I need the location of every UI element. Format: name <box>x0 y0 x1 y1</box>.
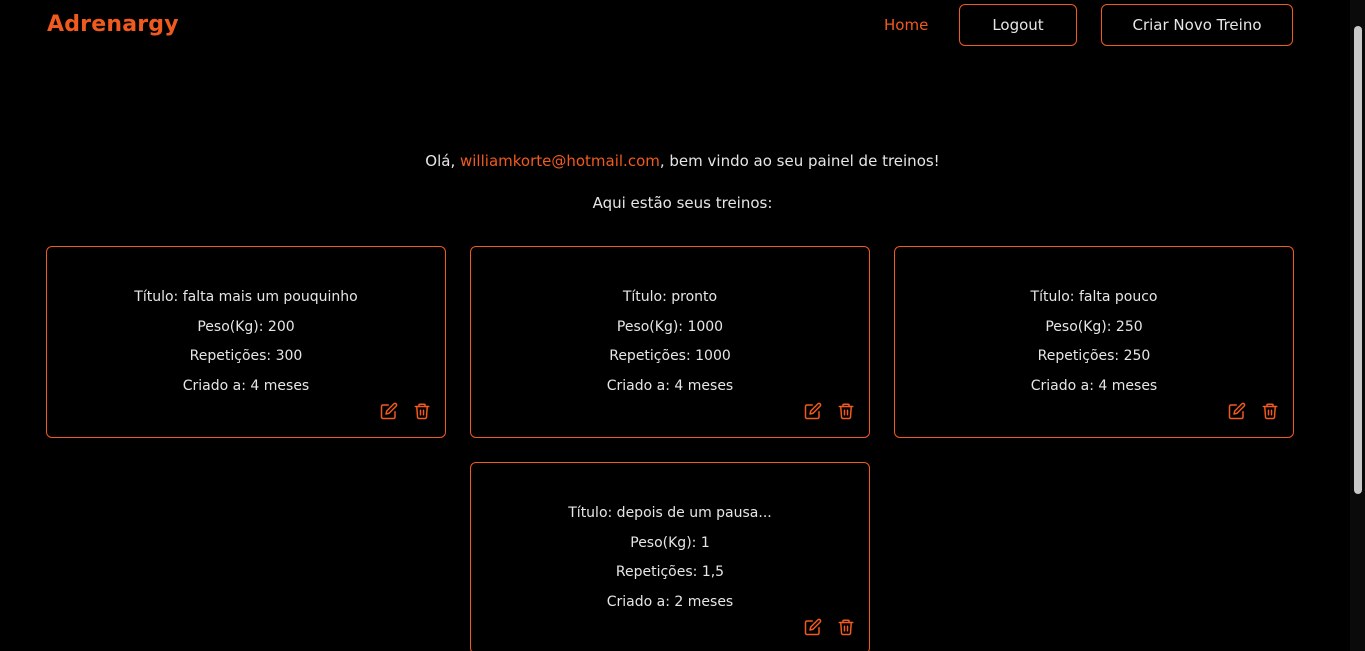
workout-card: Título: falta pouco Peso(Kg): 250 Repeti… <box>894 246 1294 438</box>
scrollbar-thumb[interactable] <box>1354 26 1362 494</box>
workout-reps: Repetições: 1,5 <box>615 564 725 580</box>
workout-card: Título: depois de um pausa... Peso(Kg): … <box>470 462 870 651</box>
edit-icon[interactable] <box>1228 402 1246 420</box>
workout-weight: Peso(Kg): 1000 <box>616 319 724 335</box>
greeting-text: Olá, williamkorte@hotmail.com, bem vindo… <box>0 152 1365 170</box>
workout-title: Título: falta pouco <box>1030 289 1158 305</box>
edit-icon[interactable] <box>804 618 822 636</box>
workout-created: Criado a: 4 meses <box>606 378 734 394</box>
workout-created: Criado a: 4 meses <box>182 378 310 394</box>
greeting-suffix: , bem vindo ao seu painel de treinos! <box>659 152 940 170</box>
page-scrollbar[interactable] <box>1350 0 1365 651</box>
workout-weight: Peso(Kg): 250 <box>1045 319 1143 335</box>
workout-card: Título: pronto Peso(Kg): 1000 Repetições… <box>470 246 870 438</box>
page: Adrenargy Home Logout Criar Novo Treino … <box>0 0 1365 651</box>
greeting-prefix: Olá, <box>425 152 460 170</box>
workout-weight: Peso(Kg): 1 <box>630 535 710 551</box>
create-workout-button[interactable]: Criar Novo Treino <box>1101 4 1293 46</box>
workout-card: Título: falta mais um pouquinho Peso(Kg)… <box>46 246 446 438</box>
workout-created: Criado a: 4 meses <box>1030 378 1158 394</box>
user-email: williamkorte@hotmail.com <box>460 152 660 170</box>
workout-weight: Peso(Kg): 200 <box>197 319 295 335</box>
workout-title: Título: falta mais um pouquinho <box>134 289 358 305</box>
edit-icon[interactable] <box>804 402 822 420</box>
workout-title: Título: depois de um pausa... <box>568 505 772 521</box>
brand-logo[interactable]: Adrenargy <box>47 12 179 37</box>
trash-icon[interactable] <box>837 402 855 420</box>
workout-reps: Repetições: 1000 <box>609 348 731 364</box>
workout-reps: Repetições: 300 <box>189 348 303 364</box>
workouts-subtitle: Aqui estão seus treinos: <box>592 194 773 212</box>
workout-reps: Repetições: 250 <box>1037 348 1151 364</box>
trash-icon[interactable] <box>413 402 431 420</box>
edit-icon[interactable] <box>380 402 398 420</box>
trash-icon[interactable] <box>837 618 855 636</box>
logout-button[interactable]: Logout <box>959 4 1077 46</box>
nav-home-link[interactable]: Home <box>884 16 928 34</box>
workout-created: Criado a: 2 meses <box>606 594 734 610</box>
workout-title: Título: pronto <box>622 289 718 305</box>
trash-icon[interactable] <box>1261 402 1279 420</box>
